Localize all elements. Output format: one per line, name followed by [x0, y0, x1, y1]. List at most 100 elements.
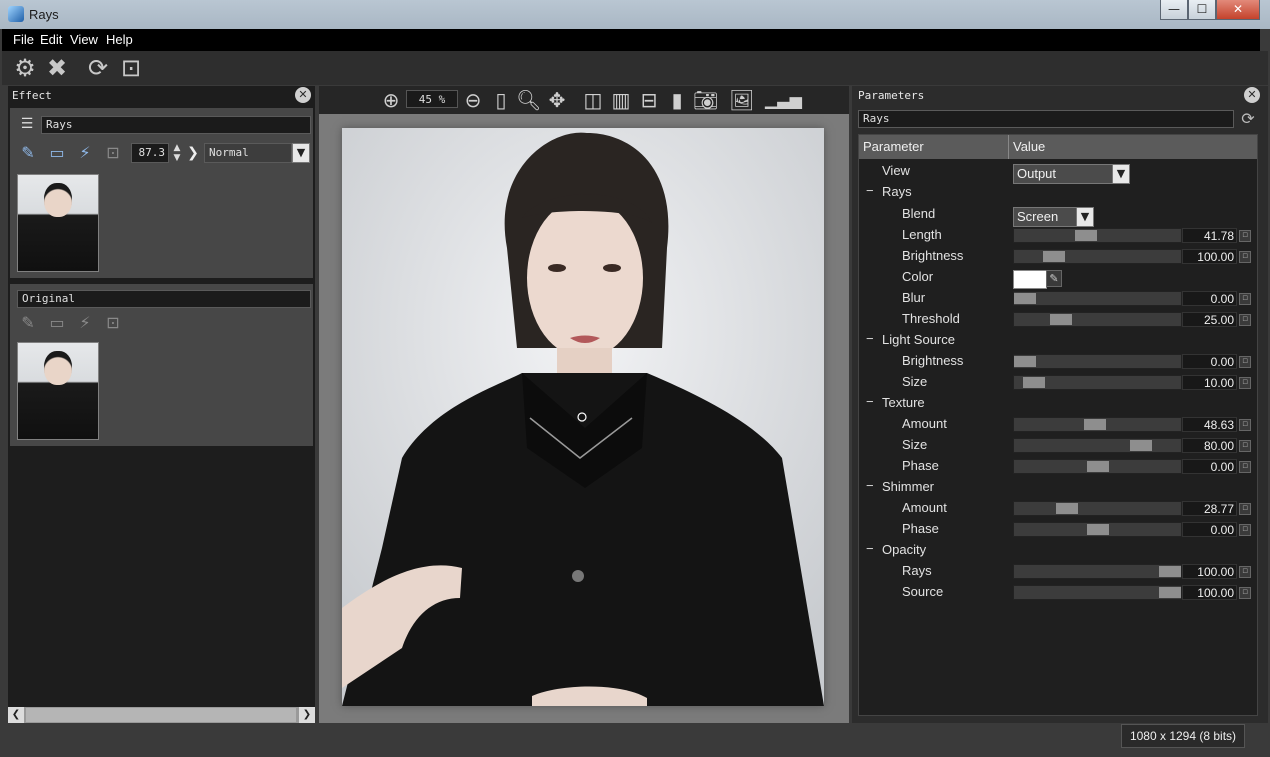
param-slider[interactable]	[1013, 375, 1182, 390]
slider-knob[interactable]	[1050, 314, 1072, 325]
pan-move-icon[interactable]: ✥	[545, 88, 569, 112]
slider-knob[interactable]	[1084, 419, 1106, 430]
minimize-button[interactable]: —	[1160, 0, 1188, 20]
collapse-icon[interactable]: −	[866, 541, 874, 556]
menu-file[interactable]: File	[13, 32, 34, 47]
param-slider[interactable]	[1013, 438, 1182, 453]
view-select[interactable]: Output	[1013, 164, 1113, 184]
lightning-icon[interactable]: ⚡	[75, 313, 95, 333]
param-value-field[interactable]: 28.77	[1182, 501, 1237, 516]
color-swatch[interactable]	[1013, 270, 1047, 289]
refresh-icon[interactable]: ⟳	[85, 55, 111, 81]
opacity-spinner[interactable]: ▲ ▼	[170, 143, 184, 163]
reset-value-icon[interactable]: ▫	[1239, 377, 1251, 389]
monitor-icon[interactable]: ▭	[47, 143, 67, 163]
maximize-button[interactable]: ☐	[1188, 0, 1216, 20]
param-value-field[interactable]: 0.00	[1182, 522, 1237, 537]
slider-knob[interactable]	[1075, 230, 1097, 241]
split-view-icon[interactable]: ◫	[581, 88, 605, 112]
slider-knob[interactable]	[1056, 503, 1078, 514]
opacity-field[interactable]: 87.3	[131, 143, 169, 163]
param-value-field[interactable]: 25.00	[1182, 312, 1237, 327]
reset-value-icon[interactable]: ▫	[1239, 356, 1251, 368]
slider-knob[interactable]	[1159, 566, 1181, 577]
scroll-thumb[interactable]	[26, 708, 296, 722]
menu-help[interactable]: Help	[106, 32, 133, 47]
slider-knob[interactable]	[1014, 293, 1036, 304]
reset-value-icon[interactable]: ▫	[1239, 461, 1251, 473]
slider-knob[interactable]	[1087, 461, 1109, 472]
zoom-field[interactable]: 45 %	[406, 90, 458, 108]
compare-view-icon[interactable]: ▥	[609, 88, 633, 112]
preset-name[interactable]: Rays	[858, 110, 1234, 128]
param-value-field[interactable]: 0.00	[1182, 459, 1237, 474]
monitor-icon[interactable]: ▭	[47, 313, 67, 333]
gear-icon[interactable]: ⚙	[12, 55, 38, 81]
reset-value-icon[interactable]: ▫	[1239, 419, 1251, 431]
param-slider[interactable]	[1013, 291, 1182, 306]
reset-value-icon[interactable]: ▫	[1239, 230, 1251, 242]
slider-knob[interactable]	[1014, 356, 1036, 367]
reset-value-icon[interactable]: ▫	[1239, 566, 1251, 578]
blend-select[interactable]: Screen	[1013, 207, 1077, 227]
param-value-field[interactable]: 48.63	[1182, 417, 1237, 432]
param-value-field[interactable]: 0.00	[1182, 354, 1237, 369]
collapse-icon[interactable]: −	[866, 478, 874, 493]
chevron-right-icon[interactable]: ❯	[185, 143, 201, 163]
param-slider[interactable]	[1013, 564, 1182, 579]
magnifier-icon[interactable]: 🔍︎	[516, 88, 541, 112]
chevron-down-icon[interactable]: ▼	[1112, 164, 1130, 184]
reset-value-icon[interactable]: ▫	[1239, 524, 1251, 536]
blend-mode-select[interactable]: Normal	[204, 143, 292, 163]
frame-icon[interactable]: ⊡	[103, 313, 123, 333]
slider-knob[interactable]	[1130, 440, 1152, 451]
layer-add-icon[interactable]: ☰	[18, 116, 36, 134]
close-window-button[interactable]: ✕	[1216, 0, 1260, 20]
reset-value-icon[interactable]: ▫	[1239, 251, 1251, 263]
chevron-down-icon[interactable]: ▼	[1076, 207, 1094, 227]
param-slider[interactable]	[1013, 522, 1182, 537]
horizontal-split-icon[interactable]: ⊟	[637, 88, 661, 112]
fit-height-icon[interactable]: ▯	[489, 88, 513, 112]
slider-knob[interactable]	[1087, 524, 1109, 535]
edit-icon[interactable]: ✎	[18, 143, 38, 163]
effect-layer-name[interactable]: Rays	[41, 116, 311, 134]
horizontal-scrollbar[interactable]: ❮ ❯	[8, 707, 315, 723]
reset-value-icon[interactable]: ▫	[1239, 293, 1251, 305]
reset-value-icon[interactable]: ▫	[1239, 440, 1251, 452]
lightning-icon[interactable]: ⚡	[75, 143, 95, 163]
param-slider[interactable]	[1013, 312, 1182, 327]
image-icon[interactable]: 🖼︎	[729, 88, 754, 112]
collapse-icon[interactable]: −	[866, 183, 874, 198]
menu-edit[interactable]: Edit	[40, 32, 62, 47]
param-value-field[interactable]: 100.00	[1182, 249, 1237, 264]
edit-icon[interactable]: ✎	[18, 313, 38, 333]
close-x-icon[interactable]: ✖	[44, 55, 70, 81]
slider-knob[interactable]	[1159, 587, 1181, 598]
param-value-field[interactable]: 10.00	[1182, 375, 1237, 390]
param-slider[interactable]	[1013, 417, 1182, 432]
reset-value-icon[interactable]: ▫	[1239, 314, 1251, 326]
chevron-down-icon[interactable]: ▼	[292, 143, 310, 163]
param-slider[interactable]	[1013, 585, 1182, 600]
single-view-icon[interactable]: ▮	[665, 88, 689, 112]
fit-frame-icon[interactable]: ⊡	[118, 55, 144, 81]
param-slider[interactable]	[1013, 249, 1182, 264]
menu-view[interactable]: View	[70, 32, 98, 47]
param-slider[interactable]	[1013, 228, 1182, 243]
camera-icon[interactable]: 📷︎	[693, 88, 718, 112]
param-slider[interactable]	[1013, 501, 1182, 516]
preview-image[interactable]	[342, 128, 824, 706]
param-value-field[interactable]: 80.00	[1182, 438, 1237, 453]
original-layer-name[interactable]: Original	[17, 290, 311, 308]
param-value-field[interactable]: 100.00	[1182, 564, 1237, 579]
reset-value-icon[interactable]: ▫	[1239, 587, 1251, 599]
scroll-right-icon[interactable]: ❯	[299, 707, 315, 723]
param-value-field[interactable]: 100.00	[1182, 585, 1237, 600]
reset-preset-icon[interactable]: ⟳	[1238, 109, 1258, 129]
zoom-out-icon[interactable]: ⊖	[461, 88, 485, 112]
close-panel-icon[interactable]: ✕	[1244, 87, 1260, 103]
param-value-field[interactable]: 0.00	[1182, 291, 1237, 306]
param-slider[interactable]	[1013, 459, 1182, 474]
param-slider[interactable]	[1013, 354, 1182, 369]
